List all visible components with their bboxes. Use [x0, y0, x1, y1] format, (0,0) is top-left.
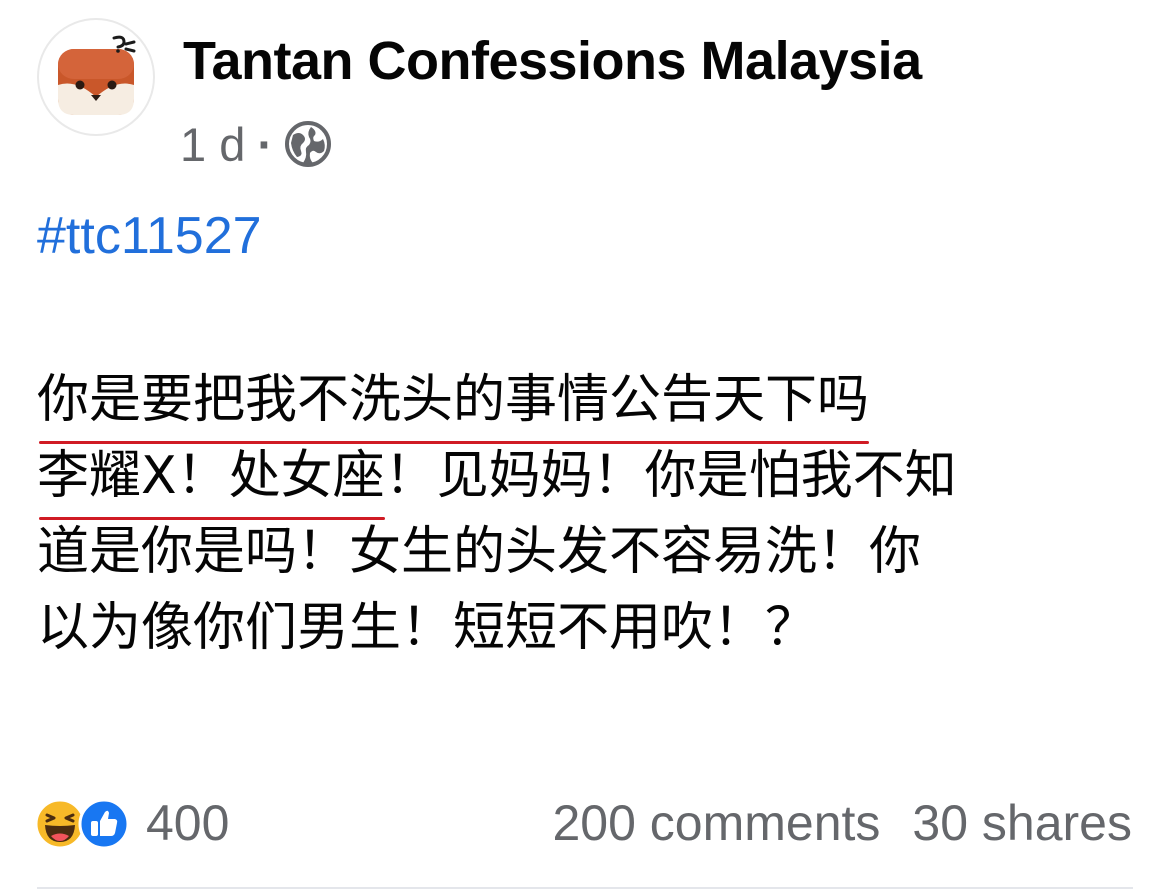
action-bar-divider — [37, 887, 1133, 889]
body-line-2: 李耀X！处女座！见妈妈！你是怕我不知 — [37, 438, 1137, 520]
underlined-text: 李耀X！处女座 — [37, 438, 385, 520]
post-stats: 200 comments 30 shares — [552, 793, 1132, 853]
meta-separator: · — [257, 117, 273, 171]
tantan-fox-logo-icon — [58, 35, 136, 115]
shares-count-link[interactable]: 30 shares — [912, 794, 1132, 852]
page-name-link[interactable]: Tantan Confessions Malaysia — [183, 30, 922, 92]
body-text-segment: ！见妈妈！你是怕我不知 — [384, 446, 957, 506]
body-line-3: 道是你是吗！女生的头发不容易洗！你 — [37, 522, 922, 582]
post-meta: 1 d · — [180, 116, 333, 172]
comments-count-link[interactable]: 200 comments — [552, 794, 880, 852]
underlined-text: 你是要把我不洗头的事情公告天下吗 — [37, 362, 870, 444]
reactions-summary[interactable]: 400 — [34, 793, 229, 853]
reaction-count: 400 — [146, 795, 230, 851]
body-line-1: 你是要把我不洗头的事情公告天下吗 — [37, 362, 1137, 444]
page-avatar[interactable] — [37, 18, 155, 136]
like-thumb-icon — [78, 798, 130, 850]
globe-icon[interactable] — [283, 119, 333, 169]
post-timestamp[interactable]: 1 d — [180, 117, 245, 172]
reaction-icons — [34, 795, 134, 851]
hashtag-link[interactable]: #ttc11527 — [37, 206, 262, 266]
facebook-post: Tantan Confessions Malaysia 1 d · #ttc11… — [0, 0, 1170, 894]
post-body: 你是要把我不洗头的事情公告天下吗 李耀X！处女座！见妈妈！你是怕我不知 道是你是… — [37, 362, 1137, 666]
body-line-4: 以为像你们男生！短短不用吹！？ — [37, 598, 818, 658]
